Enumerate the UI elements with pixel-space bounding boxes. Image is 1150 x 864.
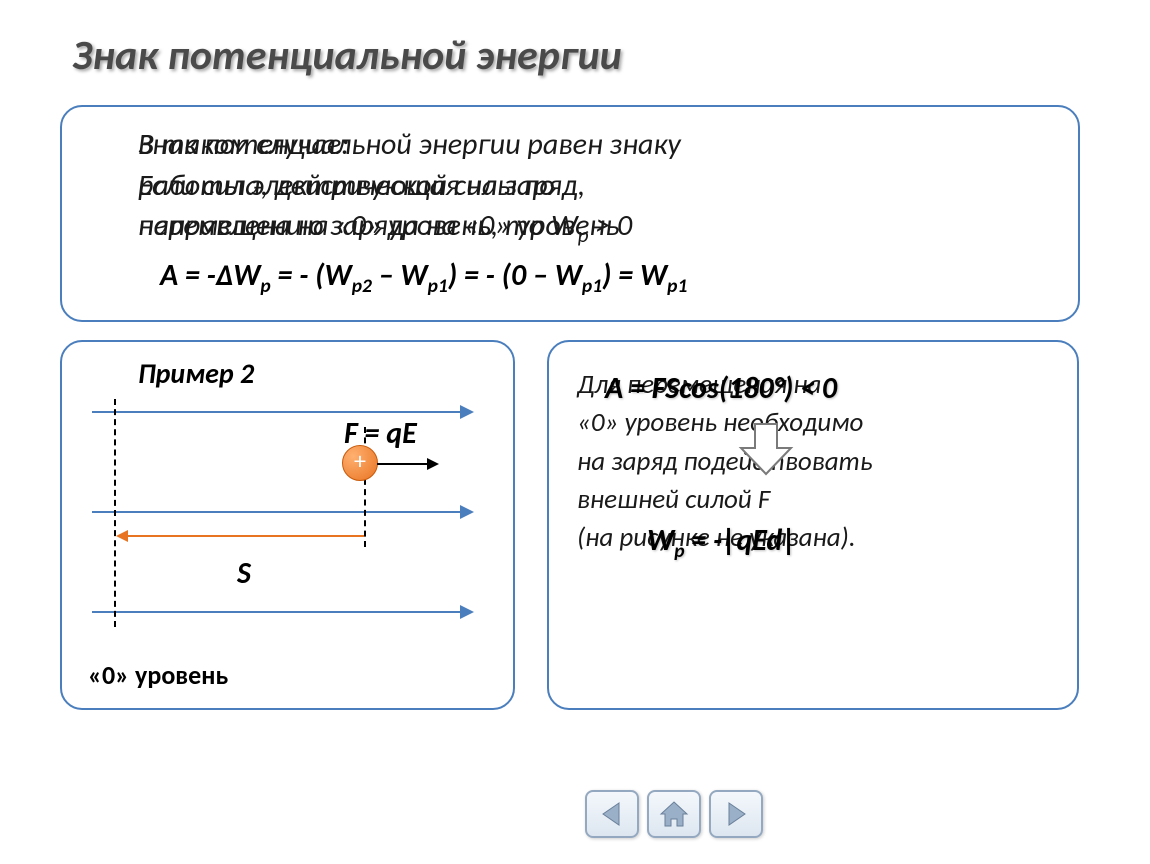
next-icon: [723, 801, 749, 827]
energy-formula: Wp = -|qEd|: [647, 522, 796, 563]
displacement-arrow: [118, 535, 364, 537]
explanation-box: Для перемещения на «0» уровень необходим…: [547, 340, 1079, 710]
exp-line3: на заряд подействовать: [577, 445, 873, 478]
front-sub: p: [578, 222, 589, 248]
front-line1: В таком случае:: [138, 126, 349, 163]
exp-line2: «0» уровень необходимо: [577, 406, 863, 439]
field-line-1: [92, 411, 472, 413]
field-line-2: [92, 511, 472, 513]
content-row: Пример 2 + F = qE S «0» уровень: [60, 340, 1090, 710]
force-label: F = qE: [344, 415, 417, 452]
exp-line4: внешней силой F: [577, 483, 770, 516]
example-box: Пример 2 + F = qE S «0» уровень: [60, 340, 515, 710]
prev-icon: [599, 801, 625, 827]
example-title: Пример 2: [138, 356, 493, 391]
slide-title: Знак потенциальной энергии: [60, 30, 1090, 81]
text-layer-front: В таком случае: Если сила, действующая н…: [138, 125, 632, 249]
nav-bar: [585, 790, 763, 838]
home-icon: [659, 800, 689, 828]
field-line-3: [92, 611, 472, 613]
front-tail: > 0: [589, 207, 633, 244]
diagram: + F = qE S: [82, 395, 492, 655]
front-line3: направлена на «0» уровень, то W: [138, 207, 578, 244]
explanation-inner: Для перемещения на «0» уровень необходим…: [577, 366, 1049, 684]
slide: Знак потенциальной энергии Знак потенциа…: [0, 0, 1150, 864]
front-line2: Если сила, действующая на заряд,: [138, 167, 585, 204]
displacement-label: S: [237, 555, 251, 592]
zero-level-label: «0» уровень: [88, 659, 493, 691]
zero-level-dashed-line: [114, 399, 116, 627]
definition-box: Знак потенциальной энергии равен знаку р…: [60, 105, 1080, 322]
prev-button[interactable]: [585, 790, 639, 838]
next-button[interactable]: [709, 790, 763, 838]
down-arrow-icon: [737, 422, 795, 481]
home-button[interactable]: [647, 790, 701, 838]
work-formula: A = FScos(180°) < 0: [605, 370, 837, 407]
main-formula: A = -ΔWp = - (Wp2 – Wp1) = - (0 – Wp1) =…: [160, 257, 1050, 298]
force-arrow: [377, 463, 437, 465]
overlapping-text-area: Знак потенциальной энергии равен знаку р…: [138, 125, 1030, 245]
